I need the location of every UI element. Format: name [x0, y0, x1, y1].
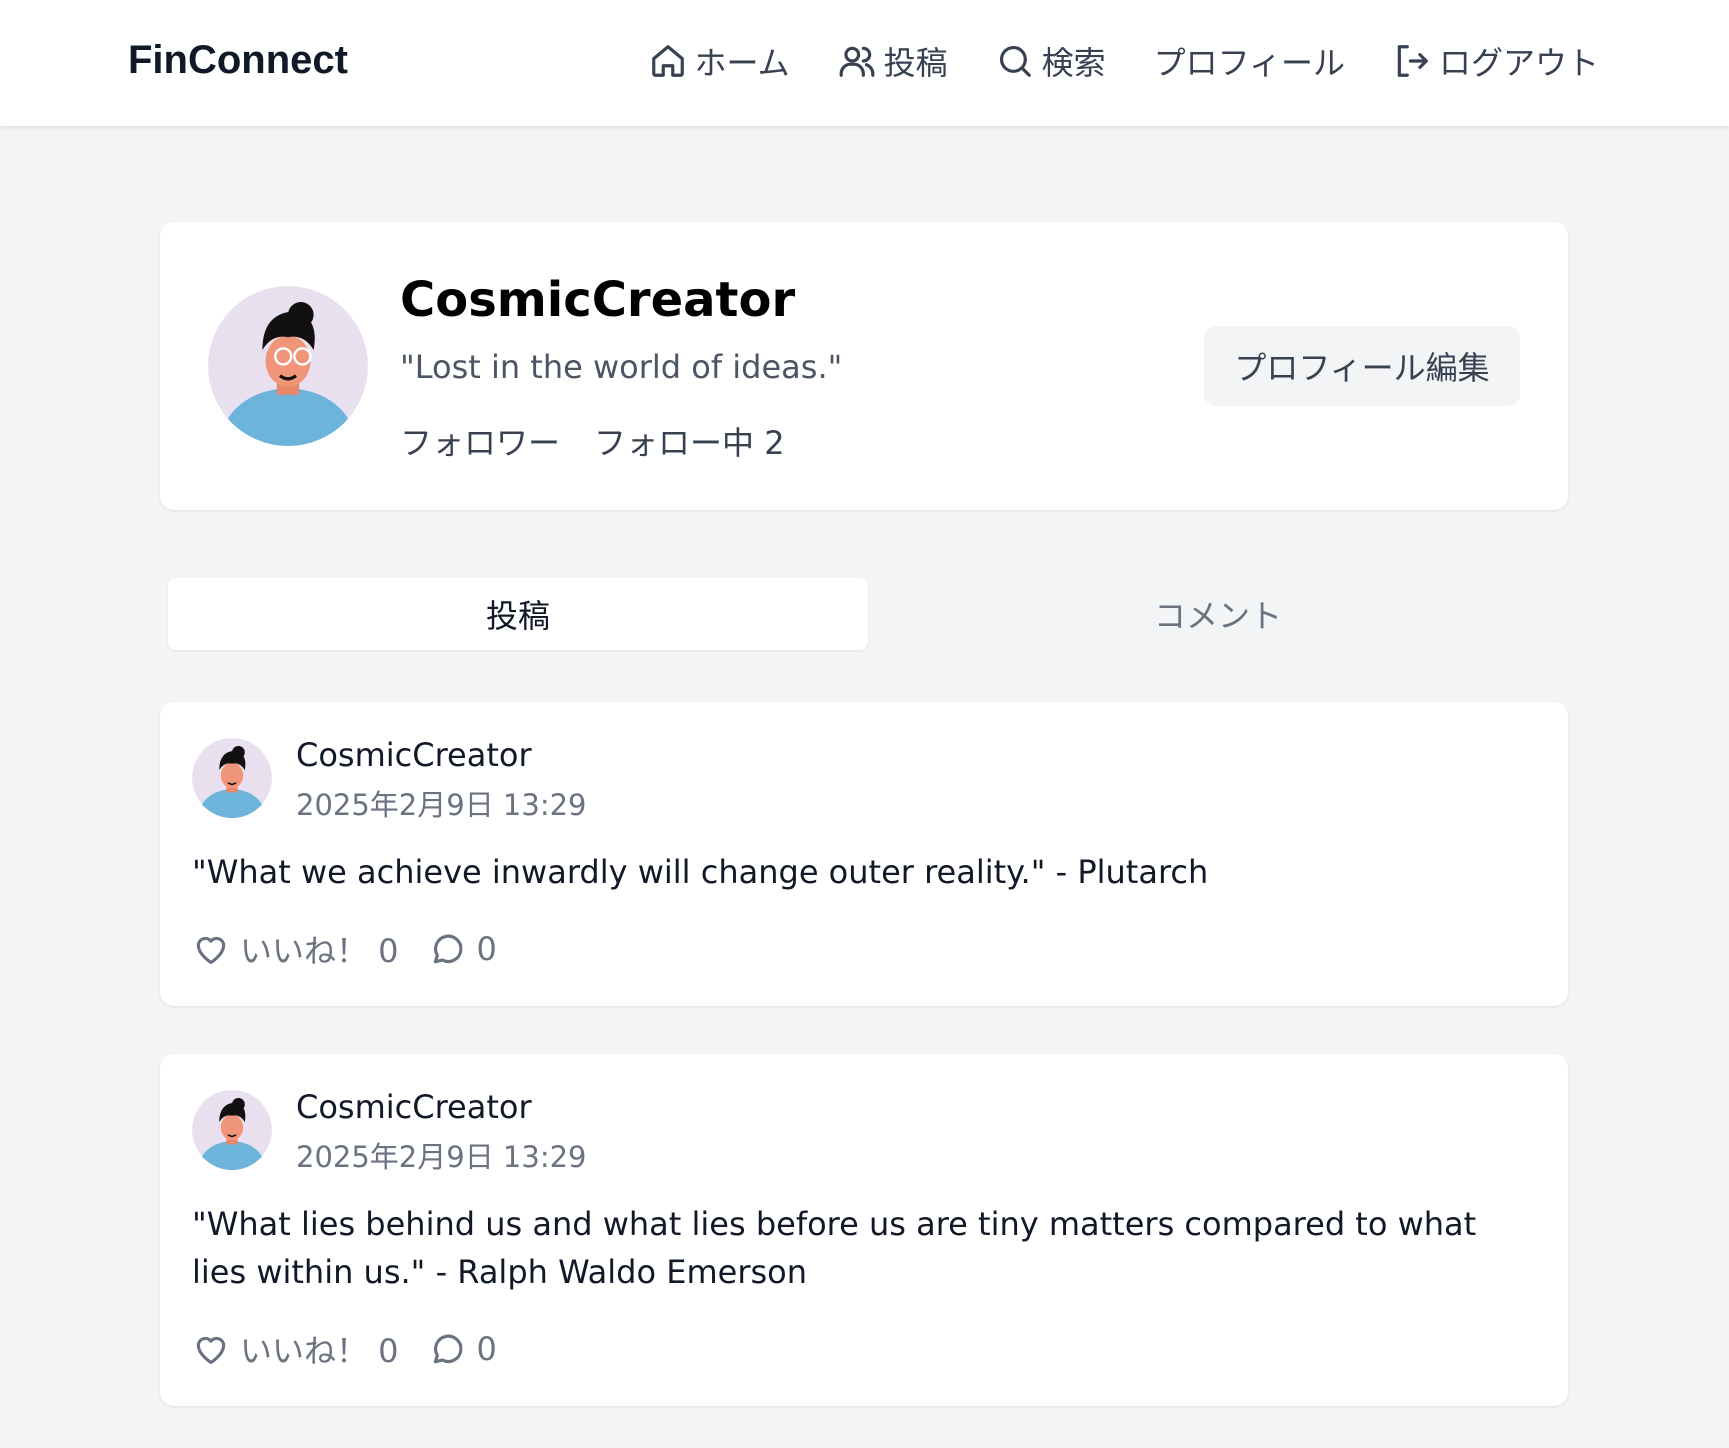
- avatar[interactable]: [192, 738, 272, 818]
- top-navbar: FinConnect ホーム 投稿 検索 プロフィール ログアウト: [0, 0, 1729, 126]
- post-author[interactable]: CosmicCreator: [296, 736, 532, 774]
- like-count: いいね！ 0: [240, 1332, 399, 1370]
- nav-posts[interactable]: 投稿: [838, 38, 948, 84]
- nav-logout-label: ログアウト: [1438, 44, 1599, 82]
- comment-count: 0: [476, 930, 497, 968]
- heart-icon: [196, 936, 226, 965]
- comment-button[interactable]: 0: [429, 1326, 497, 1372]
- nav-profile[interactable]: プロフィール: [1154, 38, 1345, 84]
- nav-profile-label: プロフィール: [1153, 44, 1345, 82]
- search-icon: [999, 45, 1031, 77]
- nav-search[interactable]: 検索: [996, 38, 1106, 84]
- profile-card: CosmicCreator "Lost in the world of idea…: [160, 222, 1568, 510]
- home-icon: [651, 45, 684, 77]
- profile-tabs: 投稿 コメント: [160, 572, 1568, 656]
- avatar[interactable]: [192, 1090, 272, 1170]
- profile-name: CosmicCreator: [400, 272, 796, 328]
- post-body: "What lies behind us and what lies befor…: [192, 1205, 1477, 1291]
- nav-home-label: ホーム: [694, 44, 790, 82]
- logout-icon: [1397, 45, 1428, 77]
- nav-logout[interactable]: ログアウト: [1393, 38, 1599, 84]
- post-card: CosmicCreator 2025年2月9日 13:29 "What we a…: [160, 702, 1568, 1006]
- nav-links: ホーム 投稿 検索 プロフィール ログアウト: [649, 38, 1599, 84]
- comment-count: 0: [476, 1330, 497, 1368]
- nav-posts-label: 投稿: [883, 44, 948, 82]
- post-card: CosmicCreator 2025年2月9日 13:29 "What lies…: [160, 1054, 1568, 1406]
- profile-bio: "Lost in the world of ideas.": [400, 348, 843, 386]
- following-link[interactable]: フォロー中 2: [594, 418, 785, 464]
- users-icon: [839, 46, 874, 77]
- profile-stats: フォロワー フォロー中 2: [400, 418, 785, 464]
- avatar: [208, 286, 368, 446]
- post-actions: いいね！ 0 0: [192, 926, 497, 972]
- followers-link[interactable]: フォロワー: [400, 418, 560, 464]
- post-actions: いいね！ 0 0: [192, 1326, 497, 1372]
- tab-posts[interactable]: 投稿: [168, 578, 868, 650]
- brand-logo[interactable]: FinConnect: [128, 38, 348, 83]
- post-body: "What we achieve inwardly will change ou…: [192, 853, 1209, 891]
- post-timestamp: 2025年2月9日 13:29: [296, 788, 587, 822]
- like-count: いいね！ 0: [240, 932, 399, 970]
- tab-comments[interactable]: コメント: [868, 572, 1568, 656]
- heart-icon: [196, 1336, 226, 1365]
- comment-button[interactable]: 0: [429, 926, 497, 972]
- like-button[interactable]: いいね！ 0: [192, 1326, 399, 1372]
- post-author[interactable]: CosmicCreator: [296, 1088, 532, 1126]
- edit-profile-button[interactable]: プロフィール編集: [1204, 326, 1520, 406]
- nav-home[interactable]: ホーム: [649, 38, 790, 84]
- nav-search-label: 検索: [1041, 44, 1106, 82]
- like-button[interactable]: いいね！ 0: [192, 926, 399, 972]
- comment-icon: [433, 934, 463, 964]
- post-timestamp: 2025年2月9日 13:29: [296, 1140, 587, 1174]
- comment-icon: [433, 1334, 463, 1364]
